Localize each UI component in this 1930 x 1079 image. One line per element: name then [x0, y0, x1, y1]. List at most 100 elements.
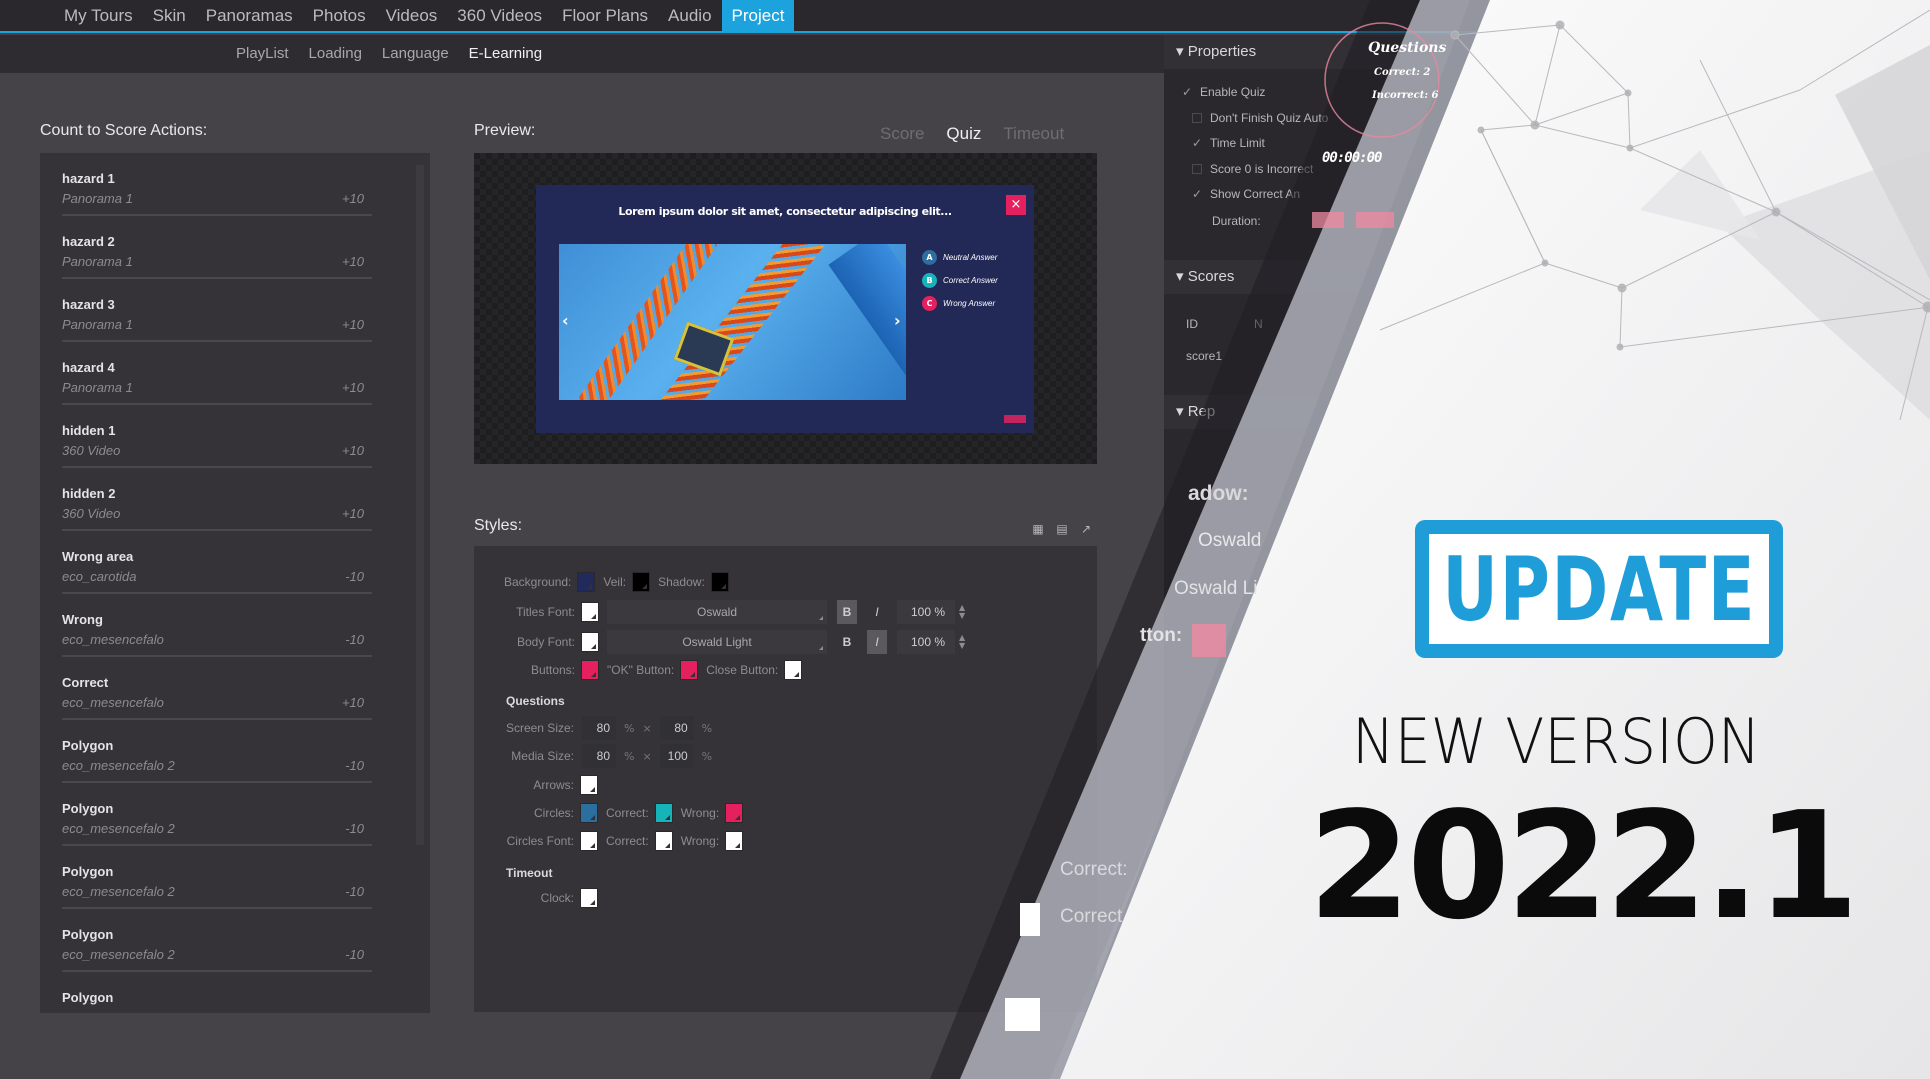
enable-quiz-checkbox[interactable]: ✓ Enable Quiz: [1182, 85, 1265, 99]
quiz-question: Lorem ipsum dolor sit amet, consectetur …: [618, 205, 952, 218]
show-correct-checkbox[interactable]: ✓ Show Correct An: [1192, 187, 1300, 201]
clock-label: Clock:: [540, 891, 574, 905]
score-actions-title: Count to Score Actions:: [40, 122, 208, 139]
item-name: Polygon: [62, 801, 114, 816]
body-font-select[interactable]: Oswald Light: [607, 630, 827, 654]
subtab-language[interactable]: Language: [372, 35, 459, 73]
list-item[interactable]: hidden 1 360 Video +10: [62, 405, 372, 468]
correct-color-swatch[interactable]: [654, 803, 673, 823]
titles-font-row: Titles Font: Oswald B I 100 % ▲ ▼: [512, 600, 965, 624]
list-item[interactable]: Wrong eco_mesencefalo -10: [62, 594, 372, 657]
quiz-answer[interactable]: C Wrong Answer: [922, 292, 998, 315]
media-width-input[interactable]: 80: [582, 744, 616, 768]
list-item[interactable]: hazard 1 Panorama 1 +10: [62, 153, 372, 216]
wrong-color-swatch[interactable]: [725, 803, 744, 823]
list-item[interactable]: Wrong area eco_carotida -10: [62, 531, 372, 594]
titles-size-stepper[interactable]: ▲ ▼: [959, 604, 965, 620]
tab-skin[interactable]: Skin: [143, 0, 196, 33]
close-button-color-swatch[interactable]: [784, 660, 803, 680]
overlay-timer: 00:00:00: [1322, 150, 1382, 166]
screen-width-input[interactable]: 80: [582, 716, 616, 740]
subtab-playlist[interactable]: PlayList: [226, 35, 299, 73]
report-header[interactable]: ▾ Rep: [1164, 395, 1584, 429]
circles-font-color-swatch[interactable]: [580, 831, 598, 851]
chevron-left-icon[interactable]: ‹: [562, 311, 569, 330]
dont-finish-checkbox[interactable]: Don't Finish Quiz Auto: [1192, 111, 1328, 125]
subtab-e-learning[interactable]: E-Learning: [459, 35, 552, 73]
titles-size-input[interactable]: 100 %: [897, 600, 955, 624]
buttons-color-swatch[interactable]: [581, 660, 599, 680]
shard-1: [1835, 45, 1930, 280]
list-item[interactable]: Polygon eco_mesencefalo 2 -10: [62, 720, 372, 783]
titles-bold-toggle[interactable]: B: [837, 600, 857, 624]
list-item[interactable]: Polygon eco_mesencefalo 2 -10: [62, 909, 372, 972]
item-score: -10: [345, 569, 364, 584]
ok-button[interactable]: [1004, 415, 1026, 423]
body-font-color-swatch[interactable]: [581, 632, 599, 652]
item-score: +10: [341, 191, 364, 206]
preview-tab-quiz[interactable]: Quiz: [946, 124, 981, 144]
screen-height-input[interactable]: 80: [659, 716, 694, 740]
tab-videos[interactable]: Videos: [376, 0, 448, 33]
scores-header[interactable]: ▾ Scores: [1164, 260, 1584, 294]
tab-360-videos[interactable]: 360 Videos: [447, 0, 552, 33]
background-color-swatch[interactable]: [577, 572, 596, 592]
tab-photos[interactable]: Photos: [303, 0, 376, 33]
preview-tab-score[interactable]: Score: [880, 124, 924, 144]
titles-font-color-swatch[interactable]: [581, 602, 599, 622]
body-size-input[interactable]: 100 %: [897, 630, 955, 654]
chevron-right-icon[interactable]: ›: [894, 311, 901, 330]
grid-icon[interactable]: ▦: [1030, 522, 1046, 536]
close-icon[interactable]: ×: [1006, 195, 1026, 215]
tab-project[interactable]: Project: [721, 0, 795, 33]
list-scrollbar[interactable]: [416, 165, 424, 845]
clock-color-swatch[interactable]: [580, 888, 598, 908]
buttons-row: Buttons: "OK" Button: Close Button:: [530, 658, 810, 682]
circles-color-swatch[interactable]: [580, 803, 598, 823]
list-item[interactable]: Correct eco_mesencefalo +10: [62, 657, 372, 720]
tab-audio[interactable]: Audio: [658, 0, 721, 33]
body-italic-toggle[interactable]: I: [867, 630, 887, 654]
media-height-input[interactable]: 100: [659, 744, 694, 768]
styles-panel: Background: Veil: Shadow: Titles Font: O…: [474, 546, 1097, 1012]
quiz-answer[interactable]: B Correct Answer: [922, 269, 998, 292]
body-bold-toggle[interactable]: B: [837, 630, 857, 654]
quiz-answer[interactable]: A Neutral Answer: [922, 246, 998, 269]
correct-font-color-swatch[interactable]: [654, 831, 673, 851]
time-limit-checkbox[interactable]: ✓ Time Limit: [1192, 136, 1265, 150]
ok-button-color-swatch[interactable]: [680, 660, 699, 680]
item-name: Polygon: [62, 927, 114, 942]
scores-col-n: N: [1254, 317, 1263, 331]
list-item[interactable]: Polygon: [62, 972, 372, 1013]
titles-font-select[interactable]: Oswald: [607, 600, 827, 624]
shadow-label: Shadow:: [658, 575, 705, 589]
list-item[interactable]: hazard 3 Panorama 1 +10: [62, 279, 372, 342]
arrows-color-swatch[interactable]: [580, 775, 598, 795]
save-icon[interactable]: ▤: [1054, 522, 1070, 536]
score-zero-checkbox[interactable]: Score 0 is Incorrect: [1192, 162, 1313, 176]
subtab-loading[interactable]: Loading: [299, 35, 372, 73]
check-icon: ✓: [1182, 85, 1193, 99]
list-item[interactable]: Polygon eco_mesencefalo 2 -10: [62, 846, 372, 909]
titles-italic-toggle[interactable]: I: [867, 600, 887, 624]
list-item[interactable]: hazard 2 Panorama 1 +10: [62, 216, 372, 279]
list-item[interactable]: hidden 2 360 Video +10: [62, 468, 372, 531]
list-item[interactable]: hazard 4 Panorama 1 +10: [62, 342, 372, 405]
answer-label: Neutral Answer: [943, 253, 998, 262]
body-size-stepper[interactable]: ▲ ▼: [959, 634, 965, 650]
preview-title: Preview:: [474, 122, 536, 139]
top-nav-tabs: My Tours Skin Panoramas Photos Videos 360 Vid…: [54, 0, 795, 33]
wrong-font-color-swatch[interactable]: [725, 831, 744, 851]
veil-color-swatch[interactable]: [632, 572, 651, 592]
list-item[interactable]: Polygon eco_mesencefalo 2 -10: [62, 783, 372, 846]
export-icon[interactable]: ↗: [1078, 522, 1094, 536]
item-name: Wrong area: [62, 549, 134, 564]
score-row-id[interactable]: score1: [1186, 349, 1222, 363]
preview-tab-timeout[interactable]: Timeout: [1003, 124, 1064, 144]
item-name: hazard 4: [62, 360, 115, 375]
tab-panoramas[interactable]: Panoramas: [196, 0, 303, 33]
tab-floor-plans[interactable]: Floor Plans: [552, 0, 658, 33]
shadow-color-swatch[interactable]: [710, 572, 729, 592]
times-sign: ×: [642, 721, 652, 735]
tab-my-tours[interactable]: My Tours: [54, 0, 143, 33]
